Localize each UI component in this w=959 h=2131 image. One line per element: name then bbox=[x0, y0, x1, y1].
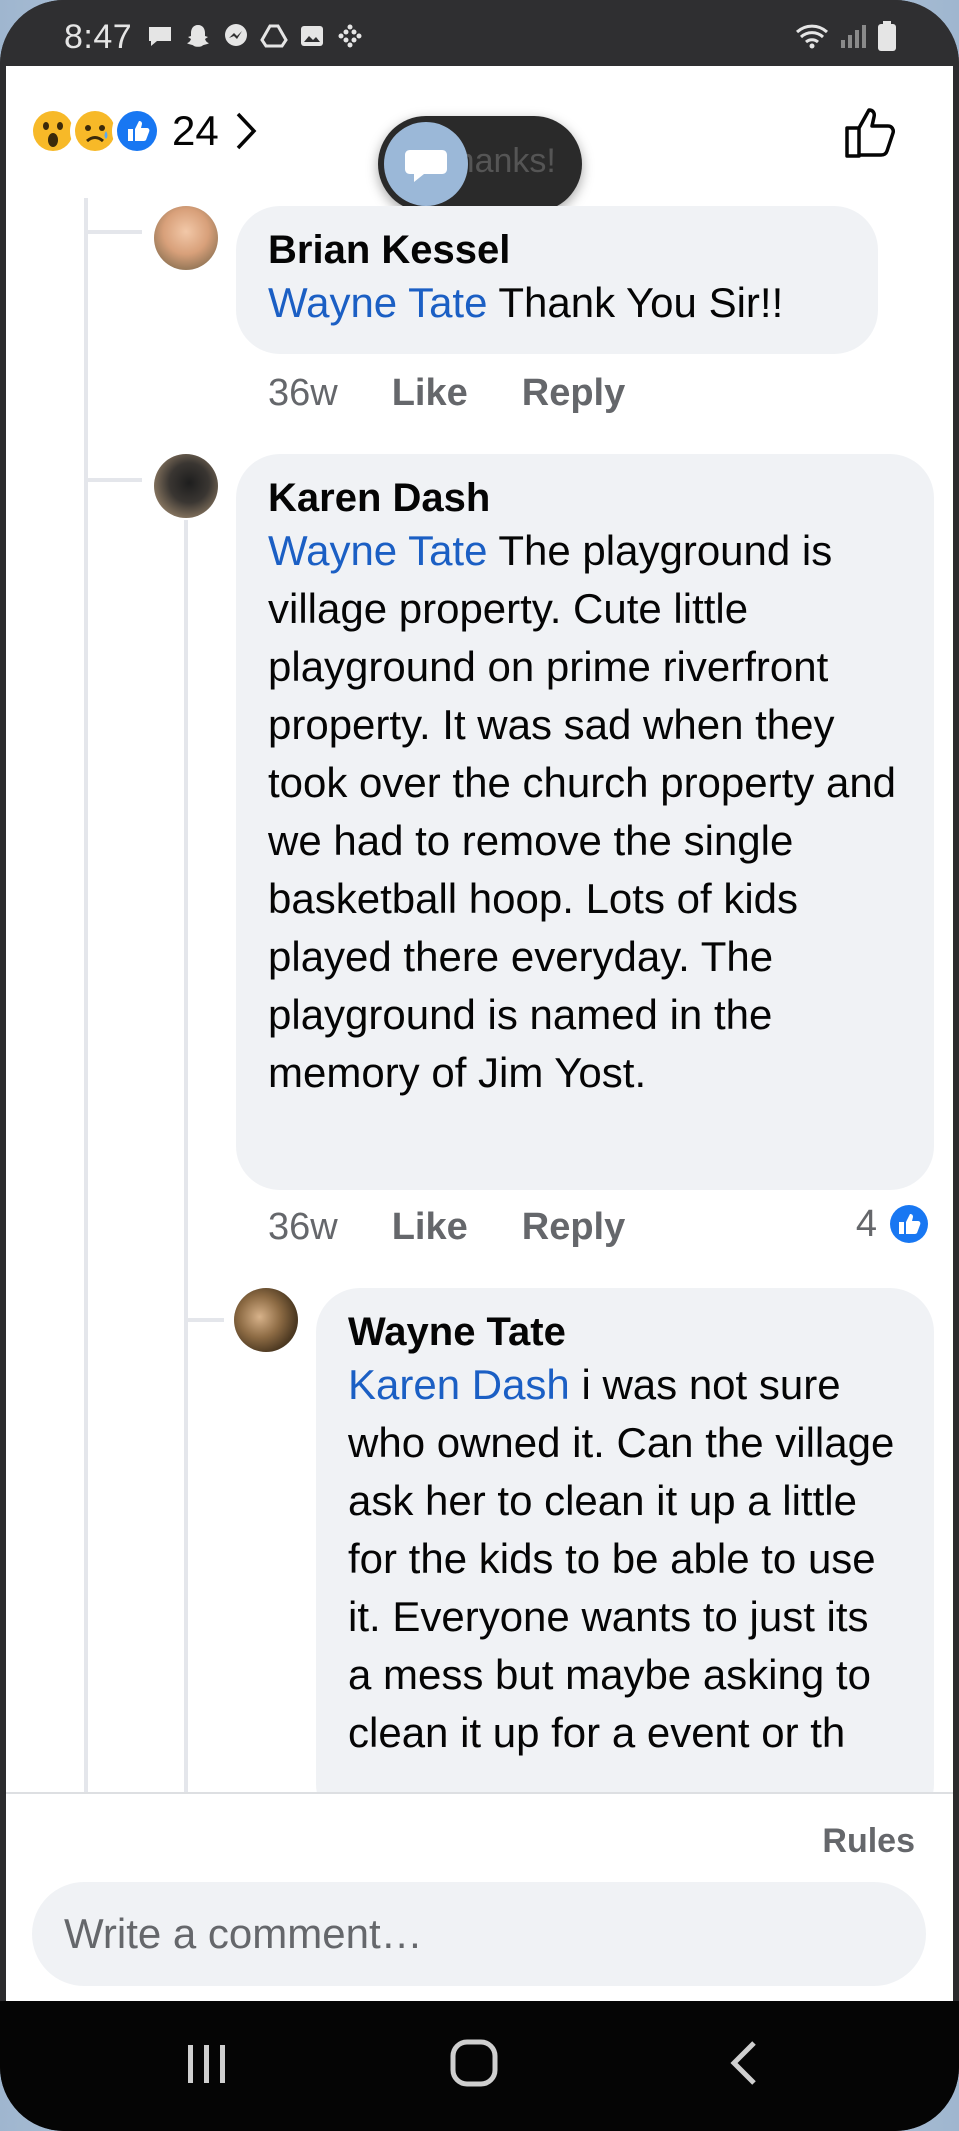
thread-connector bbox=[84, 230, 142, 234]
like-button[interactable]: Like bbox=[392, 372, 468, 415]
like-thumb-icon[interactable] bbox=[841, 102, 901, 162]
comment-author[interactable]: Brian Kessel bbox=[268, 226, 846, 274]
comment-like-count[interactable]: 4 bbox=[856, 1202, 931, 1246]
comment-text: Karen Dash i was not sure who owned it. … bbox=[348, 1361, 895, 1756]
status-time: 8:47 bbox=[64, 18, 133, 56]
comment-timestamp[interactable]: 36w bbox=[268, 372, 338, 415]
reaction-count: 24 bbox=[172, 107, 219, 154]
floating-toast[interactable]: #Thanks! bbox=[378, 116, 582, 212]
back-icon[interactable] bbox=[724, 2037, 764, 2089]
like-button[interactable]: Like bbox=[392, 1206, 468, 1249]
mention-link[interactable]: Wayne Tate bbox=[268, 527, 487, 574]
status-bar: 8:47 bbox=[0, 0, 959, 70]
rules-link[interactable]: Rules bbox=[822, 1822, 915, 1861]
reply-button[interactable]: Reply bbox=[522, 372, 625, 415]
like-badge-icon bbox=[888, 1203, 930, 1245]
comment-text: Wayne Tate Thank You Sir!! bbox=[268, 279, 784, 326]
comment-text: Wayne Tate The playground is village pro… bbox=[268, 527, 897, 1096]
slack-icon bbox=[338, 24, 362, 48]
system-nav-bar bbox=[0, 2001, 959, 2131]
home-icon[interactable] bbox=[448, 2037, 500, 2089]
comment-actions: 36w Like Reply bbox=[268, 372, 625, 415]
thread-connector bbox=[84, 478, 142, 482]
drive-icon bbox=[260, 24, 288, 48]
notification-icons bbox=[146, 22, 364, 50]
comment-author[interactable]: Wayne Tate bbox=[348, 1308, 902, 1356]
comment-timestamp[interactable]: 36w bbox=[268, 1206, 338, 1249]
toast-chat-head bbox=[384, 122, 468, 206]
comment-bubble: Brian Kessel Wayne Tate Thank You Sir!! bbox=[236, 206, 878, 354]
chat-notification-icon bbox=[149, 27, 171, 46]
mention-link[interactable]: Karen Dash bbox=[348, 1361, 570, 1408]
comment-author[interactable]: Karen Dash bbox=[268, 474, 902, 522]
battery-icon bbox=[878, 21, 896, 51]
thread-line-inner bbox=[184, 520, 188, 1800]
avatar[interactable] bbox=[234, 1288, 298, 1352]
avatar[interactable] bbox=[154, 206, 218, 270]
chevron-right-icon bbox=[236, 112, 257, 150]
thread-connector bbox=[184, 1318, 224, 1322]
phone-frame: 8:47 24 #Thanks! Brian Kessel Wayne Tate… bbox=[0, 0, 959, 2131]
wifi-icon bbox=[795, 24, 829, 49]
comment-composer: Rules bbox=[6, 1792, 953, 2001]
system-status bbox=[795, 20, 897, 52]
reply-button[interactable]: Reply bbox=[522, 1206, 625, 1249]
mention-link[interactable]: Wayne Tate bbox=[268, 279, 487, 326]
comment-bubble: Wayne Tate Karen Dash i was not sure who… bbox=[316, 1288, 934, 1828]
like-emoji-icon bbox=[112, 106, 162, 156]
signal-icon bbox=[841, 25, 866, 48]
messenger-icon bbox=[225, 24, 247, 46]
chat-bubble-icon bbox=[405, 150, 447, 182]
app-screen: 24 #Thanks! Brian Kessel Wayne Tate Than… bbox=[6, 66, 953, 2001]
comment-bubble: Karen Dash Wayne Tate The playground is … bbox=[236, 454, 934, 1190]
reactions-summary[interactable]: 24 bbox=[28, 106, 257, 156]
thread-line-outer bbox=[84, 198, 88, 1798]
like-count-value: 4 bbox=[855, 1202, 877, 1245]
snapchat-icon bbox=[187, 25, 209, 47]
recent-apps-icon[interactable] bbox=[182, 2037, 232, 2089]
avatar[interactable] bbox=[154, 454, 218, 518]
comment-actions: 36w Like Reply bbox=[268, 1206, 625, 1249]
comment-input[interactable] bbox=[32, 1882, 926, 1986]
gallery-icon bbox=[301, 26, 323, 46]
